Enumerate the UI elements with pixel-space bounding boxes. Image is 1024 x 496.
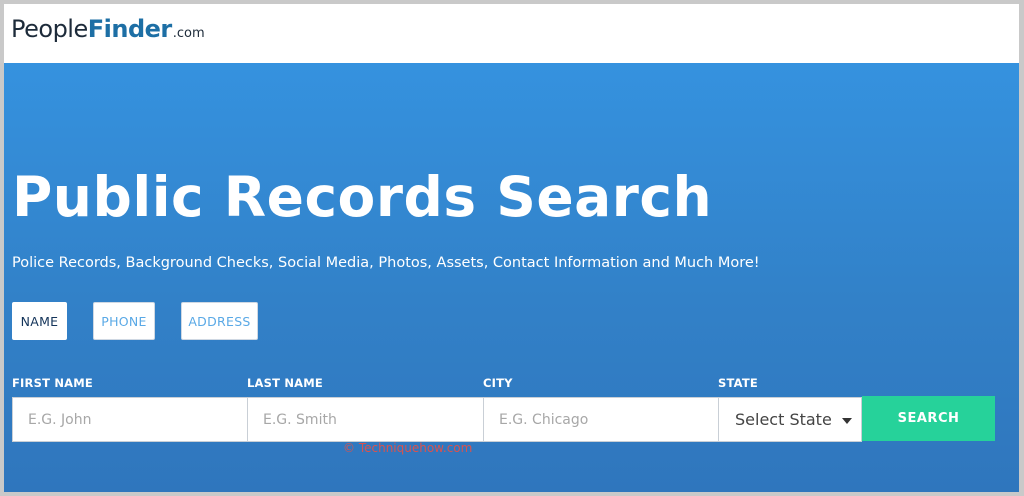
last-name-label: LAST NAME <box>247 376 323 390</box>
tab-name[interactable]: NAME <box>12 302 67 340</box>
browser-frame: People Finder .com Public Records Search P… <box>4 4 1019 492</box>
page-subtitle: Police Records, Background Checks, Socia… <box>12 255 760 271</box>
search-button[interactable]: SEARCH <box>862 396 995 441</box>
city-label: CITY <box>483 376 513 390</box>
logo-text-finder: Finder <box>87 15 173 43</box>
logo-text-com: .com <box>172 26 205 41</box>
watermark-text: © Techniquehow.com <box>343 441 473 455</box>
last-name-input[interactable] <box>247 397 484 442</box>
city-input[interactable] <box>483 397 719 442</box>
tab-address[interactable]: ADDRESS <box>181 302 258 340</box>
site-header: People Finder .com <box>4 4 1019 63</box>
first-name-input[interactable] <box>12 397 248 442</box>
logo-text-people: People <box>11 15 88 43</box>
state-label: STATE <box>718 376 758 390</box>
page-title: Public Records Search <box>12 165 713 229</box>
site-logo[interactable]: People Finder .com <box>11 15 205 45</box>
tab-phone[interactable]: PHONE <box>93 302 155 340</box>
state-select-value: Select State <box>735 410 832 429</box>
caret-down-icon <box>842 418 852 424</box>
state-select[interactable]: Select State <box>718 397 862 442</box>
hero-search-section: Public Records Search Police Records, Ba… <box>4 63 1019 492</box>
first-name-label: FIRST NAME <box>12 376 93 390</box>
